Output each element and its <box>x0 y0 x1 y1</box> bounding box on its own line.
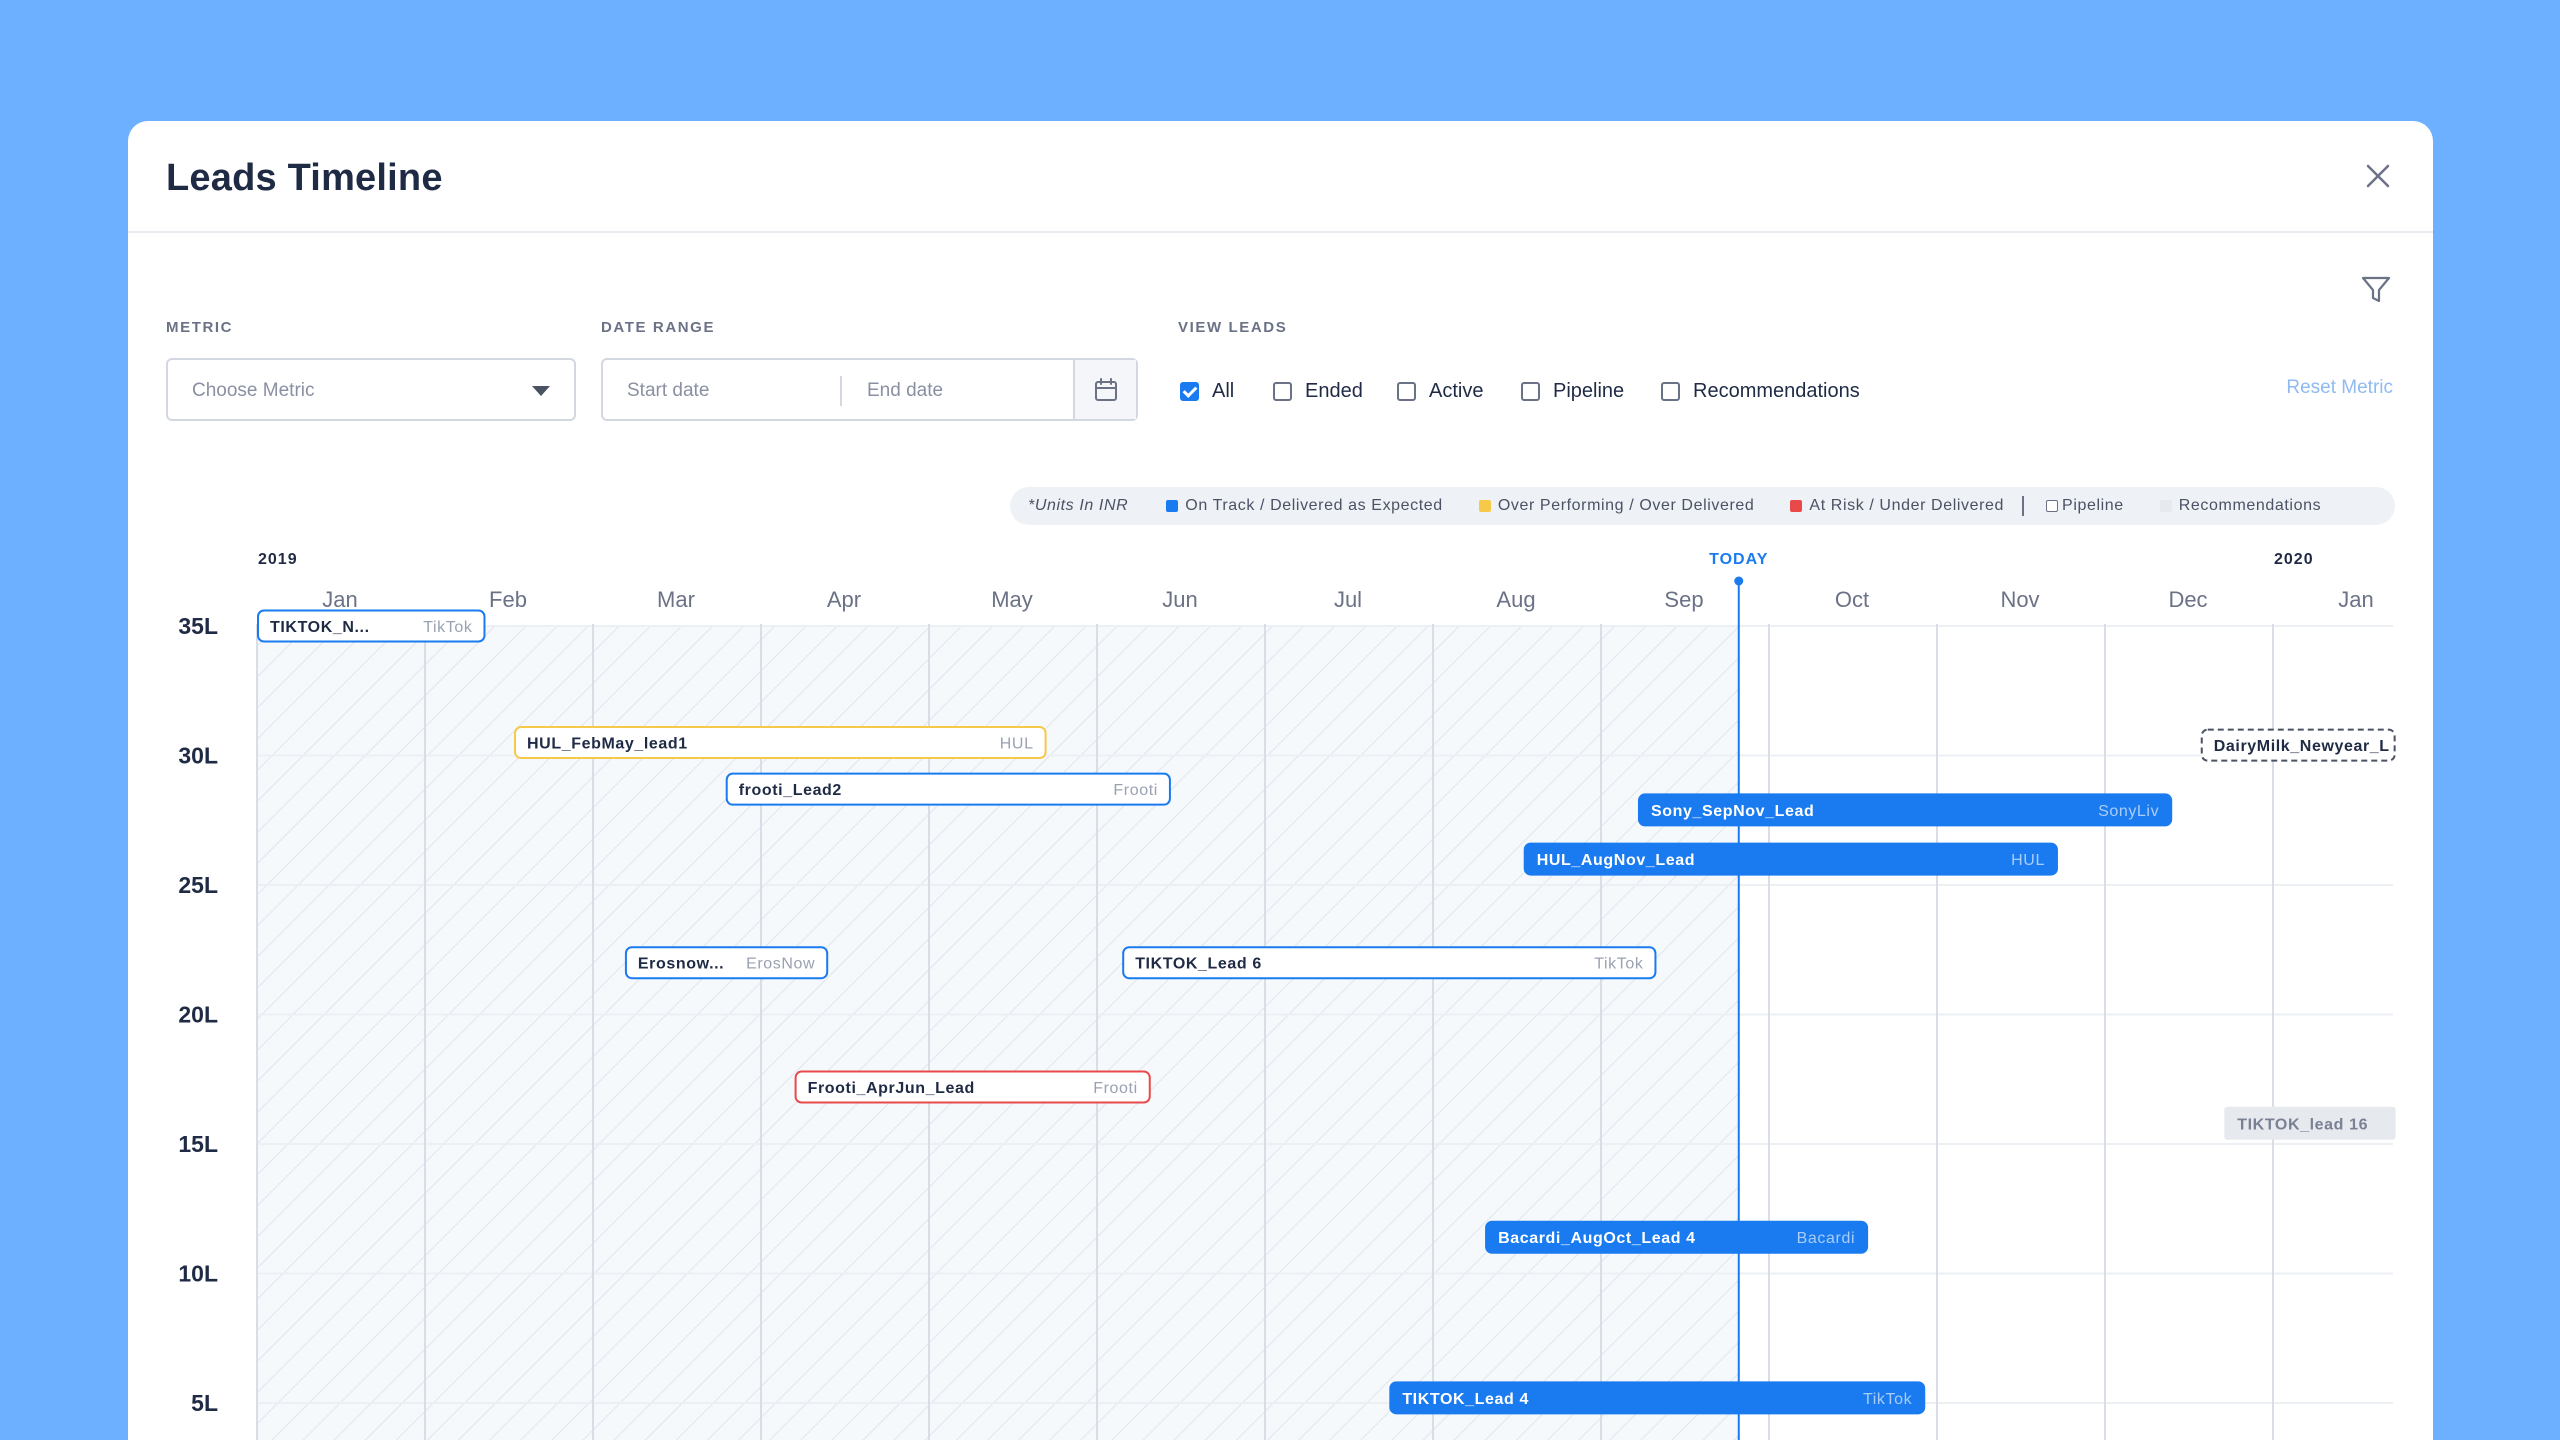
month-label: Feb <box>489 587 527 612</box>
lead-name: Erosnow... <box>638 956 724 973</box>
lead-name: HUL_AugNov_Lead <box>1537 852 1695 869</box>
lead-brand: Frooti <box>1113 782 1158 799</box>
lead-name: DairyMilk_Newyear_L <box>2214 738 2390 755</box>
year-label: 2019 <box>258 551 298 568</box>
y-tick-label: 35L <box>178 613 218 639</box>
today-dot <box>1734 576 1744 586</box>
lead-brand: ErosNow <box>746 956 815 973</box>
lead-name: TIKTOK_Lead 6 <box>1135 956 1262 973</box>
month-label: Oct <box>1835 587 1869 612</box>
lead-name: frooti_Lead2 <box>739 782 842 799</box>
month-label: Jul <box>1334 587 1362 612</box>
month-label: Apr <box>827 587 861 612</box>
lead-brand: TikTok <box>423 619 473 636</box>
month-label: Dec <box>2168 587 2207 612</box>
today-label: TODAY <box>1709 551 1768 568</box>
y-tick-label: 10L <box>178 1261 218 1287</box>
lead-name: Sony_SepNov_Lead <box>1651 803 1814 820</box>
month-label: Sep <box>1664 587 1703 612</box>
lead-brand: HUL <box>1000 736 1034 753</box>
month-label: May <box>991 587 1033 612</box>
month-label: Jan <box>2338 587 2373 612</box>
lead-name: Frooti_AprJun_Lead <box>808 1080 975 1097</box>
month-label: Aug <box>1496 587 1535 612</box>
lead-brand: HUL <box>2011 852 2045 869</box>
y-tick-label: 30L <box>178 743 218 769</box>
month-label: Nov <box>2000 587 2039 612</box>
y-tick-label: 5L <box>191 1390 218 1416</box>
lead-brand: TikTok <box>1863 1391 1913 1408</box>
lead-name: TIKTOK_Lead 4 <box>1402 1391 1529 1408</box>
y-tick-label: 15L <box>178 1131 218 1157</box>
y-tick-label: 25L <box>178 872 218 898</box>
lead-name: HUL_FebMay_lead1 <box>527 736 688 753</box>
lead-brand: SonyLiv <box>2098 803 2159 820</box>
lead-brand: TikTok <box>1594 956 1644 973</box>
lead-name: TIKTOK_lead 16 <box>2237 1116 2368 1133</box>
year-label: 2020 <box>2274 551 2314 568</box>
leads-timeline-chart: 35L 30L 25L 20L 15L 10L 5L Jan Feb Mar Apr May Jun Ju… <box>178 551 2396 1440</box>
lead-name: TIKTOK_N... <box>270 619 370 636</box>
month-label: Jan <box>322 587 357 612</box>
y-tick-label: 20L <box>178 1002 218 1028</box>
lead-name: Bacardi_AugOct_Lead 4 <box>1498 1230 1696 1247</box>
month-label: Jun <box>1162 587 1197 612</box>
lead-brand: Bacardi <box>1797 1230 1855 1247</box>
month-label: Mar <box>657 587 695 612</box>
lead-brand: Frooti <box>1093 1080 1138 1097</box>
leads-timeline-modal: Leads Timeline METRIC Choose Metric DATE… <box>128 121 2433 1440</box>
